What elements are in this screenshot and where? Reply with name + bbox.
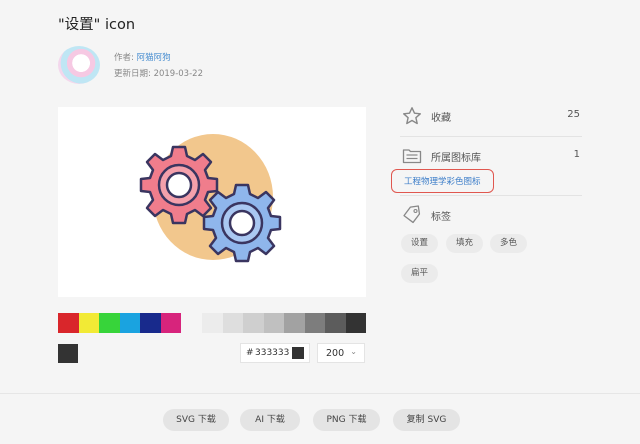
hex-color-input[interactable]: # 333333 [240, 343, 310, 363]
swatch-bright-1[interactable] [78, 313, 99, 333]
swatch-gray-5[interactable] [304, 313, 325, 333]
swatch-bright-2[interactable] [99, 313, 120, 333]
author-name-link[interactable]: 阿猫阿狗 [137, 53, 171, 63]
author-meta: 作者: 阿猫阿狗 更新日期: 2019-03-22 [114, 50, 203, 82]
tag-item[interactable]: 设置 [401, 234, 439, 253]
library-label: 所属图标库 [431, 153, 481, 164]
library-row: 所属图标库 1 [400, 146, 582, 166]
palette-spacer [181, 313, 202, 333]
date-label: 更新日期: [114, 69, 151, 79]
swatch-gray-7[interactable] [345, 313, 366, 333]
chevron-down-icon: ⌄ [350, 347, 357, 356]
ai-download-button[interactable]: AI 下载 [240, 409, 300, 431]
icon-preview [58, 107, 366, 297]
avatar[interactable] [58, 46, 100, 84]
footer-bar: SVG 下载 AI 下载 PNG 下载 复制 SVG [0, 393, 640, 444]
size-value: 200 [326, 348, 345, 359]
favorites-label: 收藏 [431, 113, 451, 124]
swatch-gray-6[interactable] [325, 313, 346, 333]
tag-item[interactable]: 多色 [490, 234, 528, 253]
author-label: 作者: [114, 53, 134, 63]
hex-value[interactable]: 333333 [255, 348, 289, 358]
sidebar-divider [400, 136, 582, 137]
swatch-bright-5[interactable] [160, 313, 181, 333]
selected-color-chip [58, 344, 78, 363]
star-icon [402, 106, 422, 129]
copy-svg-button[interactable]: 复制 SVG [393, 409, 460, 431]
swatch-bright-0[interactable] [58, 313, 79, 333]
svg-download-button[interactable]: SVG 下载 [163, 409, 229, 431]
sidebar-divider [400, 195, 582, 196]
blue-gear [202, 183, 282, 263]
library-link-text[interactable]: 工程物理学彩色图标 [404, 175, 481, 187]
png-download-button[interactable]: PNG 下载 [313, 409, 380, 431]
color-palette [58, 313, 366, 333]
gears-settings-icon [139, 134, 282, 263]
pink-gear [139, 145, 219, 225]
favorites-count: 25 [567, 109, 580, 120]
size-select[interactable]: 200 ⌄ [317, 343, 365, 363]
tags-row: 标签 [400, 205, 582, 225]
favorites-row[interactable]: 收藏 25 [400, 106, 582, 126]
page-title: "设置" icon [58, 17, 136, 33]
swatch-gray-3[interactable] [263, 313, 284, 333]
library-link[interactable]: 工程物理学彩色图标 [391, 169, 494, 193]
hex-color-chip [292, 347, 304, 359]
swatch-bright-3[interactable] [119, 313, 140, 333]
swatch-gray-0[interactable] [202, 313, 223, 333]
tag-item[interactable]: 填充 [446, 234, 484, 253]
tag-item[interactable]: 扁平 [401, 264, 439, 283]
date-value: 2019-03-22 [153, 69, 203, 79]
tags-label: 标签 [431, 212, 451, 223]
swatch-gray-1[interactable] [222, 313, 243, 333]
hash-symbol: # [246, 348, 254, 358]
tag-icon [402, 205, 422, 228]
library-count: 1 [573, 149, 580, 160]
library-icon [402, 146, 422, 169]
swatch-gray-4[interactable] [284, 313, 305, 333]
swatch-bright-4[interactable] [140, 313, 161, 333]
swatch-gray-2[interactable] [243, 313, 264, 333]
